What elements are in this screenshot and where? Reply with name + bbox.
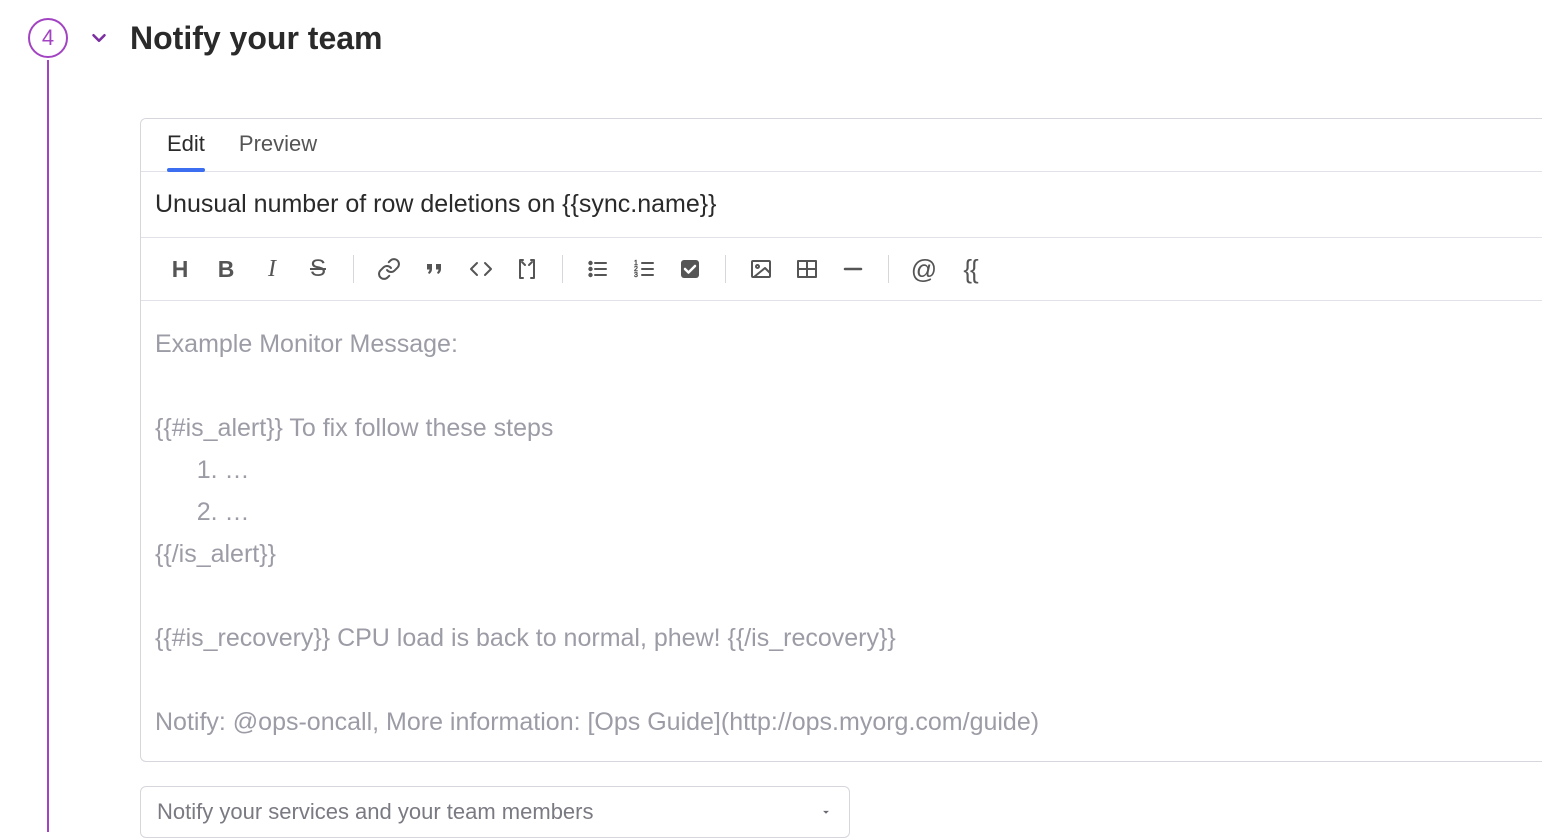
strikethrough-button[interactable]: S: [297, 248, 339, 290]
horizontal-rule-button[interactable]: [832, 248, 874, 290]
numbered-list-icon: 123: [632, 257, 656, 281]
code-block-button[interactable]: [506, 248, 548, 290]
numbered-list-button[interactable]: 123: [623, 248, 665, 290]
quote-icon: [423, 257, 447, 281]
toolbar-divider: [725, 255, 726, 283]
chevron-down-icon: [88, 27, 110, 49]
tab-label: Edit: [167, 131, 205, 156]
message-editor: Edit Preview H B I S: [140, 118, 1542, 762]
heading-button[interactable]: H: [159, 248, 201, 290]
tab-label: Preview: [239, 131, 317, 156]
step-number-text: 4: [42, 25, 54, 51]
template-variable-button[interactable]: {{: [949, 248, 991, 290]
table-icon: [795, 257, 819, 281]
code-icon: [469, 257, 493, 281]
tab-preview[interactable]: Preview: [239, 131, 317, 171]
mention-button[interactable]: @: [903, 248, 945, 290]
quote-button[interactable]: [414, 248, 456, 290]
tab-edit[interactable]: Edit: [167, 131, 205, 171]
checklist-icon: [678, 257, 702, 281]
editor-tabs: Edit Preview: [141, 119, 1542, 172]
section-title: Notify your team: [130, 20, 382, 57]
step-connector-line: [47, 60, 49, 832]
italic-button[interactable]: I: [251, 248, 293, 290]
table-button[interactable]: [786, 248, 828, 290]
link-icon: [377, 257, 401, 281]
link-button[interactable]: [368, 248, 410, 290]
image-icon: [749, 257, 773, 281]
section-header: 4 Notify your team: [0, 0, 1542, 58]
image-button[interactable]: [740, 248, 782, 290]
toolbar-divider: [353, 255, 354, 283]
notify-select-placeholder: Notify your services and your team membe…: [157, 799, 594, 825]
section-content: Edit Preview H B I S: [140, 118, 1542, 838]
svg-text:3: 3: [634, 272, 638, 279]
message-body-input[interactable]: Example Monitor Message: {{#is_alert}} T…: [141, 301, 1542, 761]
toolbar-divider: [888, 255, 889, 283]
message-title-input[interactable]: [155, 190, 1528, 219]
title-row: [141, 172, 1542, 238]
code-button[interactable]: [460, 248, 502, 290]
bold-button[interactable]: B: [205, 248, 247, 290]
notify-recipients-select[interactable]: Notify your services and your team membe…: [140, 786, 850, 838]
collapse-toggle[interactable]: [86, 25, 112, 51]
horizontal-rule-icon: [841, 257, 865, 281]
dropdown-caret-icon: [819, 805, 833, 819]
code-block-icon: [515, 257, 539, 281]
checklist-button[interactable]: [669, 248, 711, 290]
editor-toolbar: H B I S 123: [141, 238, 1542, 301]
toolbar-divider: [562, 255, 563, 283]
message-placeholder-text: Example Monitor Message: {{#is_alert}} T…: [155, 323, 1528, 743]
bullet-list-icon: [586, 257, 610, 281]
step-number-badge: 4: [28, 18, 68, 58]
bullet-list-button[interactable]: [577, 248, 619, 290]
